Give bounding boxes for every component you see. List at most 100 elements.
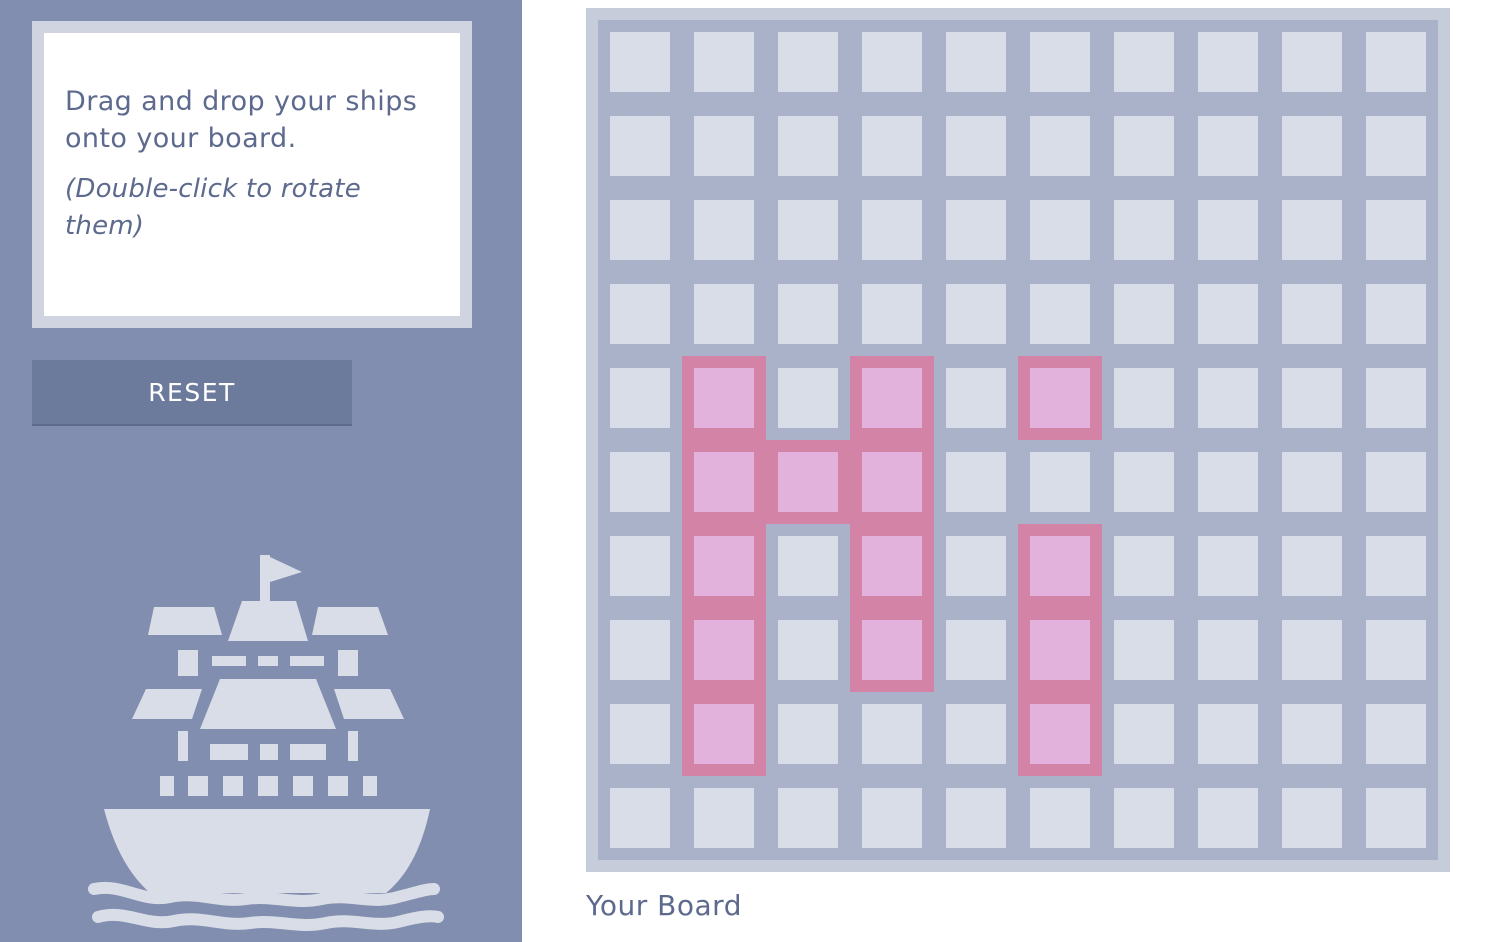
board-cell[interactable] (946, 452, 1006, 512)
board-cell[interactable] (1282, 32, 1342, 92)
ship-segment[interactable] (682, 608, 766, 692)
board-cell[interactable] (694, 284, 754, 344)
board-cell[interactable] (1282, 788, 1342, 848)
board-cell[interactable] (1366, 788, 1426, 848)
board-cell[interactable] (1282, 116, 1342, 176)
board-cell[interactable] (1366, 32, 1426, 92)
board-cell[interactable] (610, 704, 670, 764)
ship-segment[interactable] (850, 524, 934, 608)
board-cell[interactable] (1282, 536, 1342, 596)
board-cell[interactable] (862, 200, 922, 260)
board-cell[interactable] (610, 368, 670, 428)
board-cell[interactable] (1282, 200, 1342, 260)
board-cell[interactable] (1282, 452, 1342, 512)
board-cell[interactable] (1366, 284, 1426, 344)
ship-segment[interactable] (1018, 692, 1102, 776)
board-cell[interactable] (694, 32, 754, 92)
board-cell[interactable] (610, 116, 670, 176)
board-cell[interactable] (946, 704, 1006, 764)
board-cell[interactable] (946, 32, 1006, 92)
ship-segment[interactable] (682, 356, 766, 440)
ship-segment[interactable] (682, 524, 766, 608)
reset-button[interactable]: RESET (32, 360, 352, 424)
board-cell[interactable] (778, 284, 838, 344)
board-cell[interactable] (1030, 452, 1090, 512)
board-cell[interactable] (1282, 620, 1342, 680)
board-cell[interactable] (862, 788, 922, 848)
board-cell[interactable] (1114, 788, 1174, 848)
board-cell[interactable] (1114, 620, 1174, 680)
board-cell[interactable] (694, 788, 754, 848)
board-cell[interactable] (1198, 368, 1258, 428)
board-cell[interactable] (1114, 368, 1174, 428)
board-cell[interactable] (862, 32, 922, 92)
board-cell[interactable] (946, 284, 1006, 344)
board-cell[interactable] (946, 788, 1006, 848)
ship-segment[interactable] (850, 440, 934, 524)
ship-segment[interactable] (766, 440, 850, 524)
board-cell[interactable] (1114, 452, 1174, 512)
board-cell[interactable] (778, 32, 838, 92)
board-cell[interactable] (1198, 452, 1258, 512)
ship-segment[interactable] (1018, 524, 1102, 608)
board-cell[interactable] (1282, 368, 1342, 428)
board-cell[interactable] (1198, 32, 1258, 92)
board-cell[interactable] (610, 620, 670, 680)
ship-segment[interactable] (682, 692, 766, 776)
board-cell[interactable] (1198, 704, 1258, 764)
board-cell[interactable] (694, 116, 754, 176)
board-cell[interactable] (778, 368, 838, 428)
board-cell[interactable] (1114, 32, 1174, 92)
ship-segment[interactable] (850, 356, 934, 440)
board-cell[interactable] (862, 704, 922, 764)
board-cell[interactable] (1366, 536, 1426, 596)
board-cell[interactable] (1114, 284, 1174, 344)
board-cell[interactable] (862, 284, 922, 344)
board-cell[interactable] (1282, 704, 1342, 764)
board-cell[interactable] (778, 788, 838, 848)
board-cell[interactable] (946, 200, 1006, 260)
board-cell[interactable] (610, 200, 670, 260)
board-cell[interactable] (610, 536, 670, 596)
board-cell[interactable] (1366, 620, 1426, 680)
board-cell[interactable] (1366, 452, 1426, 512)
board-cell[interactable] (610, 32, 670, 92)
board-cell[interactable] (862, 116, 922, 176)
board-cell[interactable] (1030, 788, 1090, 848)
board-cell[interactable] (778, 620, 838, 680)
board-cell[interactable] (1282, 284, 1342, 344)
ship-segment[interactable] (1018, 608, 1102, 692)
board-cell[interactable] (946, 368, 1006, 428)
board-cell[interactable] (778, 536, 838, 596)
board-cell[interactable] (1114, 536, 1174, 596)
board-cell[interactable] (1114, 116, 1174, 176)
board-cell[interactable] (1198, 788, 1258, 848)
board-cell[interactable] (778, 704, 838, 764)
ship-segment[interactable] (850, 608, 934, 692)
board-cell[interactable] (610, 284, 670, 344)
board-cell[interactable] (1114, 704, 1174, 764)
board-cell[interactable] (946, 620, 1006, 680)
ship-segment[interactable] (1018, 356, 1102, 440)
board-cell[interactable] (1366, 116, 1426, 176)
board-cell[interactable] (946, 536, 1006, 596)
board-cell[interactable] (694, 200, 754, 260)
board-cell[interactable] (610, 788, 670, 848)
board-cell[interactable] (1114, 200, 1174, 260)
board-cell[interactable] (1030, 200, 1090, 260)
board-cell[interactable] (1366, 368, 1426, 428)
board-cell[interactable] (1198, 116, 1258, 176)
board-cell[interactable] (778, 200, 838, 260)
board-cell[interactable] (1198, 200, 1258, 260)
board-cell[interactable] (1030, 32, 1090, 92)
board-cell[interactable] (946, 116, 1006, 176)
board-cell[interactable] (1198, 536, 1258, 596)
ship-segment[interactable] (682, 440, 766, 524)
board-cell[interactable] (1366, 704, 1426, 764)
board-cell[interactable] (610, 452, 670, 512)
board-cell[interactable] (778, 116, 838, 176)
board-cell[interactable] (1198, 284, 1258, 344)
board-cell[interactable] (1198, 620, 1258, 680)
board-cell[interactable] (1366, 200, 1426, 260)
board-cell[interactable] (1030, 116, 1090, 176)
